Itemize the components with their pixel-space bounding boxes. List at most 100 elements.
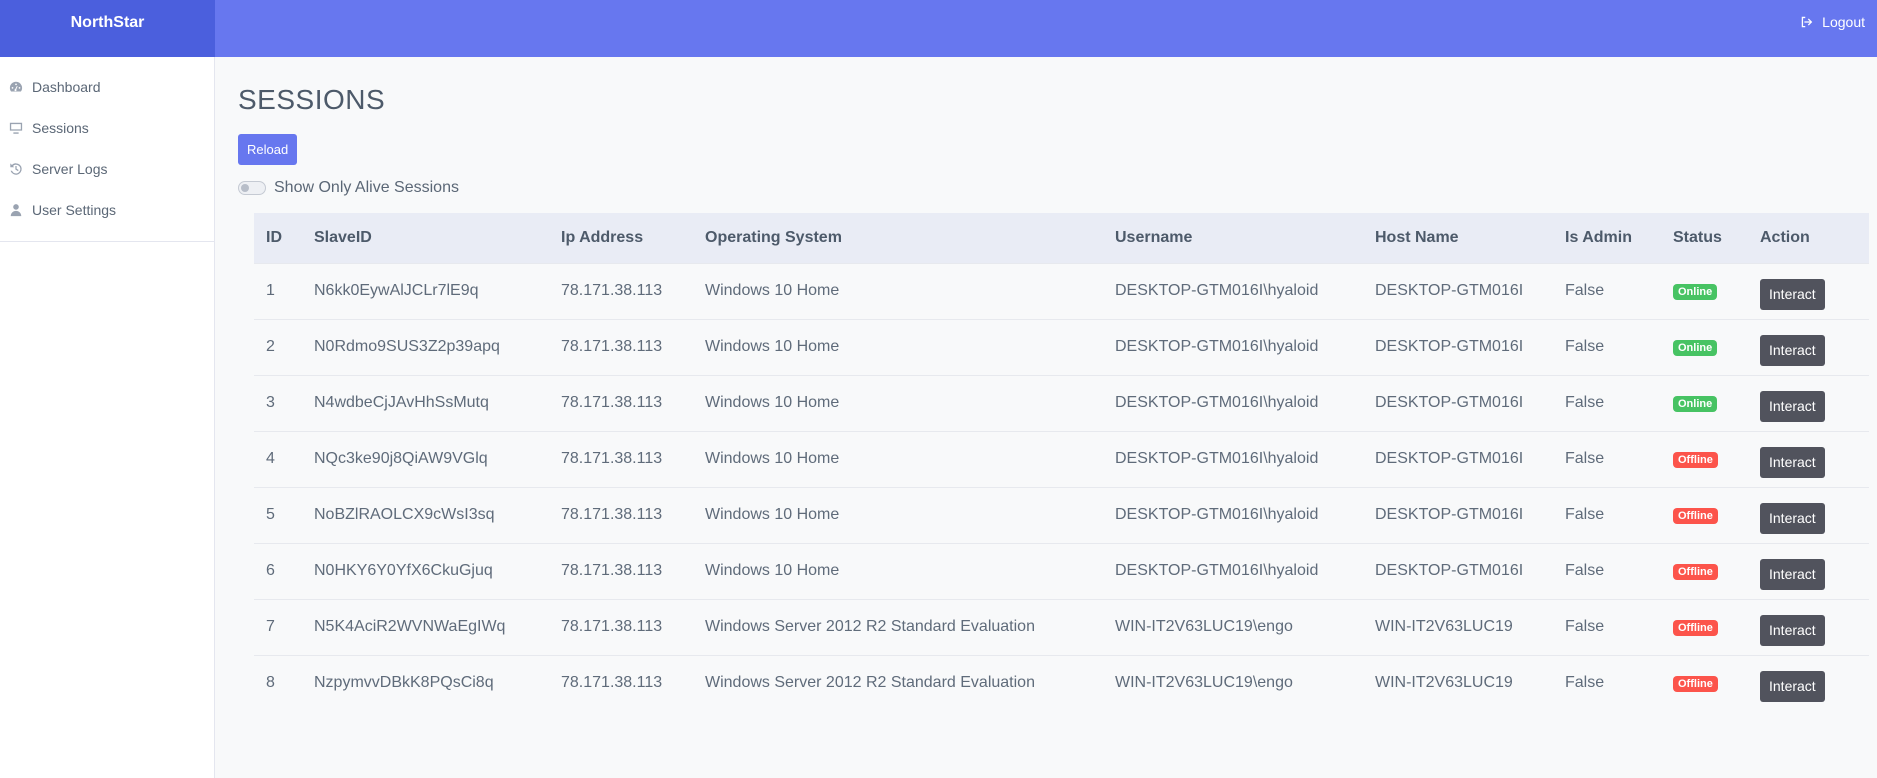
interact-button[interactable]: Interact: [1760, 502, 1825, 534]
cell-operating-system: Windows Server 2012 R2 Standard Evaluati…: [693, 654, 1103, 711]
interact-button[interactable]: Interact: [1760, 334, 1825, 366]
cell-action: Interact: [1748, 262, 1869, 319]
sign-out-icon: [1801, 16, 1813, 28]
cell-username: DESKTOP-GTM016I\hyaloid: [1103, 374, 1363, 431]
cell-slave-id: N0Rdmo9SUS3Z2p39apq: [302, 318, 549, 375]
cell-status: Offline: [1661, 486, 1748, 543]
cell-is-admin: False: [1553, 374, 1661, 431]
column-header-action: Action: [1760, 228, 1810, 246]
status-badge: Offline: [1673, 564, 1718, 580]
cell-username: WIN-IT2V63LUC19\engo: [1103, 654, 1363, 711]
status-badge: Offline: [1673, 452, 1718, 468]
interact-button[interactable]: Interact: [1760, 390, 1825, 422]
column-header-host-name: Host Name: [1375, 228, 1459, 246]
cell-username: DESKTOP-GTM016I\hyaloid: [1103, 262, 1363, 319]
column-header-operating-system: Operating System: [705, 228, 842, 246]
cell-id: 2: [254, 318, 302, 375]
cell-operating-system: Windows 10 Home: [693, 318, 1103, 375]
cell-is-admin: False: [1553, 486, 1661, 543]
cell-host-name: DESKTOP-GTM016I: [1363, 542, 1553, 599]
table-row: 7 N5K4AciR2WVNWaEgIWq 78.171.38.113 Wind…: [254, 598, 1869, 655]
cell-host-name: DESKTOP-GTM016I: [1363, 374, 1553, 431]
sidebar-item-label: Dashboard: [32, 78, 101, 95]
cell-username: DESKTOP-GTM016I\hyaloid: [1103, 486, 1363, 543]
table-row: 5 NoBZlRAOLCX9cWsI3sq 78.171.38.113 Wind…: [254, 486, 1869, 543]
column-header-status: Status: [1673, 228, 1722, 246]
interact-button[interactable]: Interact: [1760, 446, 1825, 478]
cell-action: Interact: [1748, 486, 1869, 543]
cell-id: 1: [254, 262, 302, 319]
sidebar-item-server-logs[interactable]: Server Logs: [0, 148, 214, 189]
table-row: 8 NzpymvvDBkK8PQsCi8q 78.171.38.113 Wind…: [254, 654, 1869, 711]
column-header-slave-id: SlaveID: [314, 228, 372, 246]
cell-status: Online: [1661, 318, 1748, 375]
cell-ip-address: 78.171.38.113: [549, 654, 693, 711]
status-badge: Online: [1673, 284, 1718, 300]
cell-slave-id: N0HKY6Y0YfX6CkuGjuq: [302, 542, 549, 599]
cell-is-admin: False: [1553, 430, 1661, 487]
sidebar-item-user-settings[interactable]: User Settings: [0, 189, 214, 230]
interact-button[interactable]: Interact: [1760, 670, 1825, 702]
cell-slave-id: NoBZlRAOLCX9cWsI3sq: [302, 486, 549, 543]
sidebar-item-dashboard[interactable]: Dashboard: [0, 66, 214, 107]
cell-slave-id: N4wdbeCjJAvHhSsMutq: [302, 374, 549, 431]
table-row: 6 N0HKY6Y0YfX6CkuGjuq 78.171.38.113 Wind…: [254, 542, 1869, 599]
monitor-icon: [9, 122, 23, 134]
cell-slave-id: NzpymvvDBkK8PQsCi8q: [302, 654, 549, 711]
interact-button[interactable]: Interact: [1760, 278, 1825, 310]
cell-action: Interact: [1748, 318, 1869, 375]
cell-operating-system: Windows 10 Home: [693, 430, 1103, 487]
cell-id: 8: [254, 654, 302, 711]
cell-host-name: WIN-IT2V63LUC19: [1363, 654, 1553, 711]
sidebar-item-sessions[interactable]: Sessions: [0, 107, 214, 148]
cell-username: DESKTOP-GTM016I\hyaloid: [1103, 318, 1363, 375]
sessions-table-container: ID SlaveID Ip Address Operating System U…: [254, 213, 1869, 711]
sidebar-item-label: Server Logs: [32, 160, 108, 177]
cell-status: Online: [1661, 374, 1748, 431]
brand-logo[interactable]: NorthStar: [0, 0, 215, 57]
alive-sessions-toggle-row: Show Only Alive Sessions: [238, 179, 1854, 197]
alive-sessions-toggle[interactable]: [238, 181, 266, 195]
cell-ip-address: 78.171.38.113: [549, 598, 693, 655]
cell-slave-id: NQc3ke90j8QiAW9VGlq: [302, 430, 549, 487]
logout-link[interactable]: Logout: [1800, 14, 1865, 30]
table-row: 4 NQc3ke90j8QiAW9VGlq 78.171.38.113 Wind…: [254, 430, 1869, 487]
user-icon: [10, 203, 22, 216]
cell-slave-id: N5K4AciR2WVNWaEgIWq: [302, 598, 549, 655]
sidebar-nav: Dashboard Sessions Server Logs User Sett…: [0, 57, 214, 242]
status-badge: Online: [1673, 340, 1718, 356]
cell-is-admin: False: [1553, 542, 1661, 599]
sidebar: Dashboard Sessions Server Logs User Sett…: [0, 57, 215, 778]
cell-ip-address: 78.171.38.113: [549, 486, 693, 543]
cell-host-name: DESKTOP-GTM016I: [1363, 430, 1553, 487]
cell-ip-address: 78.171.38.113: [549, 262, 693, 319]
reload-button[interactable]: Reload: [238, 134, 298, 165]
top-navbar: Logout: [215, 0, 1877, 57]
cell-id: 4: [254, 430, 302, 487]
cell-id: 3: [254, 374, 302, 431]
alive-sessions-toggle-label: Show Only Alive Sessions: [274, 179, 459, 196]
sidebar-item-label: Sessions: [32, 119, 89, 136]
cell-host-name: DESKTOP-GTM016I: [1363, 486, 1553, 543]
cell-id: 7: [254, 598, 302, 655]
cell-status: Offline: [1661, 542, 1748, 599]
interact-button[interactable]: Interact: [1760, 614, 1825, 646]
column-header-ip-address: Ip Address: [561, 228, 644, 246]
cell-is-admin: False: [1553, 598, 1661, 655]
cell-id: 6: [254, 542, 302, 599]
cell-status: Offline: [1661, 430, 1748, 487]
cell-ip-address: 78.171.38.113: [549, 318, 693, 375]
brand-name: NorthStar: [70, 13, 145, 31]
cell-action: Interact: [1748, 374, 1869, 431]
cell-operating-system: Windows 10 Home: [693, 486, 1103, 543]
column-header-id: ID: [266, 228, 282, 246]
sessions-table: ID SlaveID Ip Address Operating System U…: [254, 213, 1869, 711]
column-header-is-admin: Is Admin: [1565, 228, 1632, 246]
toggle-knob: [241, 184, 249, 192]
cell-status: Offline: [1661, 598, 1748, 655]
table-row: 3 N4wdbeCjJAvHhSsMutq 78.171.38.113 Wind…: [254, 374, 1869, 431]
cell-ip-address: 78.171.38.113: [549, 430, 693, 487]
cell-host-name: WIN-IT2V63LUC19: [1363, 598, 1553, 655]
cell-status: Offline: [1661, 654, 1748, 711]
interact-button[interactable]: Interact: [1760, 558, 1825, 590]
